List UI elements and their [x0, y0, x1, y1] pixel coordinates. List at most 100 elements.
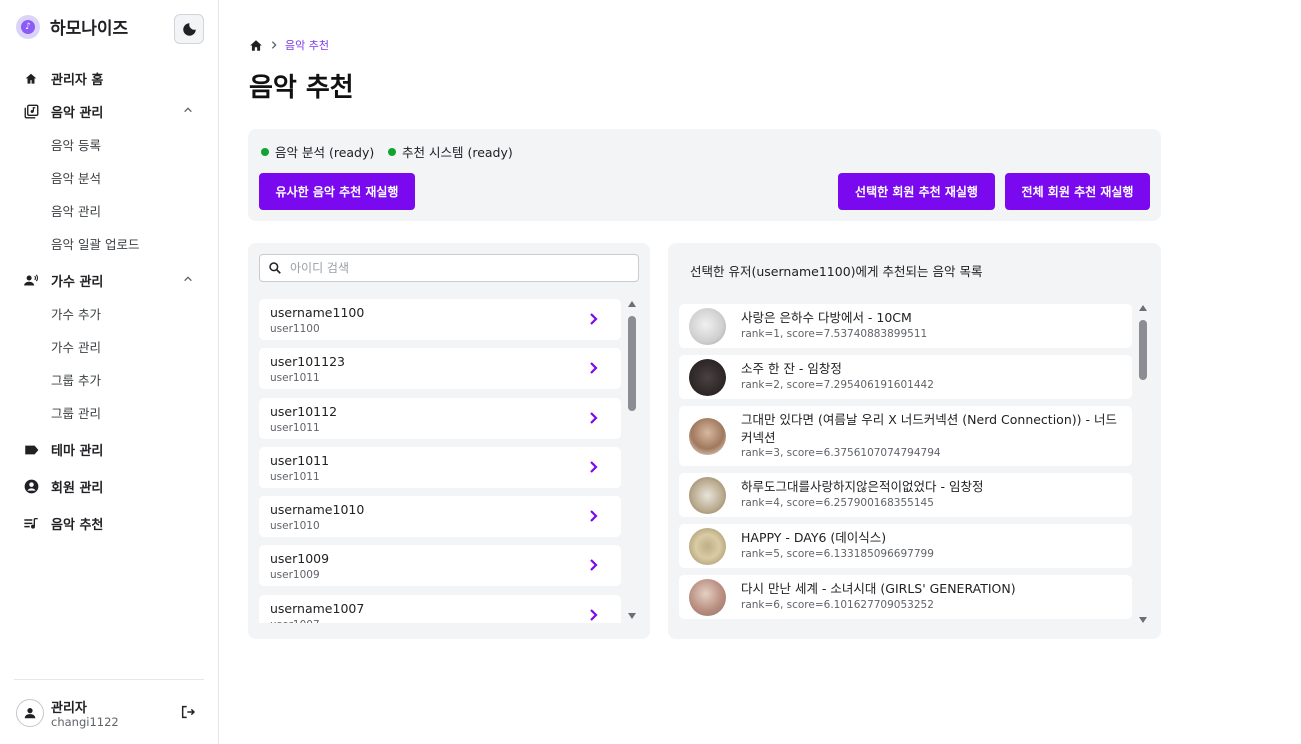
- moon-icon: [182, 22, 196, 36]
- search-box[interactable]: [259, 254, 639, 282]
- status-recommend: 추천 시스템 (ready): [388, 142, 513, 161]
- sidebar-subitem-music-manage[interactable]: 음악 관리: [0, 194, 219, 227]
- chevron-up-icon: [184, 107, 192, 113]
- sidebar-subitem-singer-manage[interactable]: 가수 관리: [0, 330, 219, 363]
- user-name: user1011: [270, 452, 330, 468]
- scroll-down-arrow[interactable]: [628, 613, 636, 619]
- status-label: 음악 분석 (ready): [275, 145, 375, 160]
- user-list[interactable]: username1100 user1100 user101123 user1011 us…: [259, 299, 623, 623]
- user-name: username1007: [270, 600, 365, 616]
- chevron-right-icon[interactable]: [589, 509, 599, 523]
- sidebar-item-music-manage[interactable]: 음악 관리: [0, 95, 219, 128]
- sidebar-subitem-music-register[interactable]: 음악 등록: [0, 128, 219, 161]
- song-rank-score: rank=5, score=6.133185096697799: [741, 548, 934, 560]
- sidebar-item-label: 테마 관리: [51, 444, 104, 459]
- song-rank-score: rank=6, score=6.101627709053252: [741, 599, 934, 611]
- recommendation-item[interactable]: 사랑은 은하수 다방에서 - 10CM rank=1, score=7.53740…: [679, 304, 1132, 348]
- sidebar-item-theme-manage[interactable]: 테마 관리: [0, 433, 219, 466]
- sidebar-item-label: 회원 관리: [51, 481, 104, 496]
- user-id: user1007: [270, 619, 320, 623]
- theme-toggle-button[interactable]: [174, 14, 204, 44]
- scroll-thumb[interactable]: [1139, 320, 1147, 380]
- recommendation-item[interactable]: 다시 만난 세계 - 소녀시대 (GIRLS' GENERATION) rank=…: [679, 575, 1132, 619]
- chevron-right-icon[interactable]: [589, 411, 599, 425]
- user-list-item[interactable]: user1011 user1011: [259, 446, 621, 488]
- sidebar-subitem-music-analysis[interactable]: 음악 분석: [0, 161, 219, 194]
- album-cover: [689, 418, 726, 455]
- rerun-all-button[interactable]: 전체 회원 추천 재실행: [1005, 173, 1150, 210]
- user-list-item[interactable]: username1100 user1100: [259, 299, 621, 340]
- recommendation-panel: 선택한 유저(username1100)에게 추천되는 음악 목록 사랑은 은하…: [668, 243, 1161, 639]
- song-title: 사랑은 은하수 다방에서 - 10CM: [741, 310, 912, 325]
- scroll-up-arrow[interactable]: [1139, 305, 1147, 311]
- user-id: user1011: [270, 421, 320, 434]
- avatar[interactable]: [16, 699, 44, 727]
- sidebar-subitem-group-add[interactable]: 그룹 추가: [0, 363, 219, 396]
- rerun-selected-button[interactable]: 선택한 회원 추천 재실행: [838, 173, 995, 210]
- breadcrumb-current: 음악 추천: [285, 39, 329, 52]
- album-cover: [689, 528, 726, 565]
- sidebar-item-label: 음악 추천: [51, 518, 104, 533]
- user-list-item[interactable]: user1009 user1009: [259, 545, 621, 587]
- home-icon[interactable]: [249, 39, 263, 52]
- user-id: user1009: [270, 569, 320, 582]
- user-name: user101123: [270, 354, 345, 370]
- chevron-up-icon: [184, 276, 192, 282]
- song-title: 하루도그대를사랑하지않은적이없었다 - 임창정: [741, 479, 984, 494]
- sidebar-subitem-group-manage[interactable]: 그룹 관리: [0, 396, 219, 429]
- recommendation-list[interactable]: 사랑은 은하수 다방에서 - 10CM rank=1, score=7.53740…: [679, 304, 1134, 622]
- control-panel: 음악 분석 (ready) 추천 시스템 (ready) 유사한 음악 추천 재…: [248, 129, 1161, 221]
- sidebar-item-singer-manage[interactable]: 가수 관리: [0, 264, 219, 297]
- user-list-panel: username1100user1100user101123user1011us…: [248, 243, 650, 639]
- user-list-item[interactable]: username1010 user1010: [259, 496, 621, 538]
- recommendation-item[interactable]: 하루도그대를사랑하지않은적이없었다 - 임창정 rank=4, score=6.2…: [679, 473, 1132, 517]
- user-id: user1100: [270, 323, 320, 335]
- logout-button[interactable]: [180, 704, 196, 724]
- chevron-right-icon: [271, 41, 277, 49]
- song-rank-score: rank=4, score=6.257900168355145: [741, 497, 934, 509]
- sidebar-subitem-singer-add[interactable]: 가수 추가: [0, 297, 219, 330]
- user-list-item[interactable]: user101123 user1011: [259, 348, 621, 390]
- sidebar-item-label: 관리자 홈: [51, 73, 104, 88]
- status-dot: [261, 147, 269, 156]
- logout-icon: [181, 705, 196, 719]
- sidebar-item-label: 음악 관리: [51, 106, 104, 121]
- sidebar-footer: 관리자 changi1122: [14, 679, 204, 729]
- song-title: 다시 만난 세계 - 소녀시대 (GIRLS' GENERATION): [741, 581, 1016, 596]
- recommendation-item[interactable]: HAPPY - DAY6 (데이식스) rank=5, score=6.13318…: [679, 524, 1132, 568]
- chevron-right-icon[interactable]: [589, 460, 599, 474]
- recommendation-item[interactable]: 그대만 있다면 (여름날 우리 X 너드커넥션 (Nerd Connection…: [679, 406, 1132, 466]
- recommendation-item[interactable]: 소주 한 잔 - 임창정 rank=2, score=7.295406191601…: [679, 355, 1132, 399]
- user-list-item[interactable]: username1007 user1007: [259, 594, 621, 623]
- user-id: user1010: [270, 520, 320, 533]
- status-analysis: 음악 분석 (ready): [261, 142, 374, 161]
- person-icon: [24, 708, 36, 719]
- breadcrumb: 음악 추천: [249, 37, 329, 53]
- user-list-item[interactable]: user10112 user1011: [259, 397, 621, 439]
- singer-icon: [23, 273, 39, 289]
- user-list-scrollbar[interactable]: [627, 299, 637, 621]
- scroll-up-arrow[interactable]: [628, 301, 636, 307]
- sidebar-nav: 관리자 홈 음악 관리 음악 등록 음악 분석 음악 관리 음악 일괄 업로드 …: [0, 62, 219, 540]
- scroll-thumb[interactable]: [628, 316, 636, 411]
- chevron-right-icon[interactable]: [589, 558, 599, 572]
- user-id: changi1122: [51, 715, 119, 729]
- chevron-right-icon[interactable]: [589, 312, 599, 326]
- search-input[interactable]: [290, 261, 610, 275]
- brand-name: 하모나이즈: [50, 19, 129, 39]
- scroll-down-arrow[interactable]: [1139, 617, 1147, 623]
- sidebar-item-admin-home[interactable]: 관리자 홈: [0, 62, 219, 95]
- sidebar: ♪ 하모나이즈 관리자 홈 음악 관리 음악 등록 음악 분석 음악 관리 음악…: [0, 0, 219, 744]
- song-title: 그대만 있다면 (여름날 우리 X 너드커넥션 (Nerd Connection…: [741, 412, 1117, 445]
- brand[interactable]: ♪ 하모나이즈: [16, 14, 128, 39]
- song-rank-score: rank=3, score=6.3756107074794794: [741, 447, 941, 459]
- recommendation-scrollbar[interactable]: [1138, 303, 1148, 625]
- rerun-similar-button[interactable]: 유사한 음악 추천 재실행: [259, 173, 415, 210]
- sidebar-item-music-recommend[interactable]: 음악 추천: [0, 507, 219, 540]
- album-cover: [689, 477, 726, 514]
- chevron-right-icon[interactable]: [589, 361, 599, 375]
- album-cover: [689, 579, 726, 616]
- sidebar-subitem-music-bulk-upload[interactable]: 음악 일괄 업로드: [0, 227, 219, 260]
- sidebar-item-member-manage[interactable]: 회원 관리: [0, 470, 219, 503]
- chevron-right-icon[interactable]: [589, 608, 599, 622]
